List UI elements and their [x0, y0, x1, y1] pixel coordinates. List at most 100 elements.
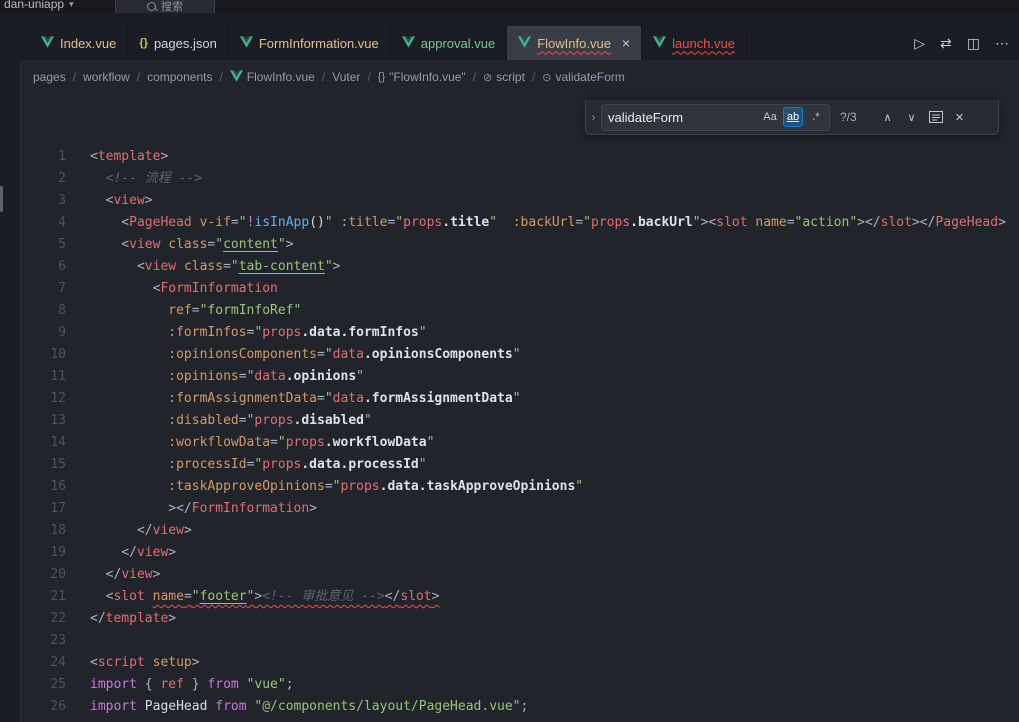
token: isInApp [254, 215, 309, 230]
title-bar-content: dan-uniapp ▾ 搜索 [0, 0, 1019, 13]
tab-launch.vue[interactable]: launch.vue [642, 26, 747, 60]
token: = [787, 215, 795, 230]
code-editor[interactable]: 1<template>2 <!-- 流程 -->3 <view>4 <PageH… [0, 94, 1019, 722]
token: from [207, 677, 238, 692]
error-squiggle: > [432, 589, 440, 604]
code-line: 11 :opinions="data.opinions" [0, 366, 1019, 388]
tab-pages.json[interactable]: {} pages.json [128, 26, 228, 60]
token: .opinionsComponents [364, 347, 513, 362]
token [145, 589, 153, 604]
token: :workflowData [168, 435, 270, 450]
token: " [489, 215, 497, 230]
script-icon: ⊘ [483, 71, 492, 84]
breadcrumb-separator: / [322, 70, 325, 84]
previous-match-button[interactable]: ∧ [877, 107, 898, 128]
token: data [333, 391, 364, 406]
token: props [591, 215, 630, 230]
token [333, 215, 341, 230]
token: import [90, 677, 137, 692]
split-editor-button[interactable]: ◫ [967, 36, 980, 50]
token: = [223, 259, 231, 274]
code-line: 25import { ref } from "vue"; [0, 674, 1019, 696]
token [239, 677, 247, 692]
token: = [317, 347, 325, 362]
run-button[interactable]: ▷ [914, 36, 925, 50]
token: :title [341, 215, 388, 230]
token: " [325, 347, 333, 362]
find-in-selection-button[interactable] [925, 107, 946, 128]
tab-label: pages.json [154, 36, 217, 51]
token: > [333, 259, 341, 274]
token: " [583, 215, 591, 230]
find-input-box: Aa ab .* [601, 104, 830, 131]
breadcrumb-item-2[interactable]: workflow [83, 70, 130, 84]
match-case-button[interactable]: Aa [760, 107, 780, 127]
code-line: 6 <view class="tab-content"> [0, 256, 1019, 278]
token: < [90, 215, 129, 230]
token: :formInfos [168, 325, 246, 340]
token: .disabled [294, 413, 364, 428]
close-find-button[interactable]: × [949, 107, 970, 128]
token: view [153, 523, 184, 538]
more-actions-button[interactable]: ⋯ [995, 36, 1009, 50]
token [90, 325, 168, 340]
code-text: :opinionsComponents="data.opinionsCompon… [66, 344, 521, 366]
token: :backUrl [513, 215, 576, 230]
token [90, 369, 168, 384]
token: " [325, 215, 333, 230]
token: " [395, 215, 403, 230]
breadcrumb-item-6[interactable]: {}"FlowInfo.vue" [378, 70, 466, 84]
breadcrumb-item-8[interactable]: ⊙validateForm [542, 70, 625, 84]
token: footer [200, 589, 247, 604]
breadcrumb-item-1[interactable]: pages [33, 70, 66, 84]
token: .data.processId [301, 457, 418, 472]
open-changes-button[interactable]: ⇄ [940, 36, 952, 50]
token: ></ [912, 215, 935, 230]
workspace-menu[interactable]: dan-uniapp ▾ [4, 0, 74, 11]
tab-approval.vue[interactable]: approval.vue [391, 26, 507, 60]
token: FormInformation [192, 501, 309, 516]
breadcrumb-item-5[interactable]: Vuter [332, 70, 360, 84]
tab-FlowInfo.vue[interactable]: FlowInfo.vue× [507, 26, 642, 60]
find-results-count: ?/3 [840, 110, 874, 124]
workspace-name: dan-uniapp [4, 0, 64, 11]
next-match-button[interactable]: ∨ [901, 107, 922, 128]
token: :opinions [168, 369, 238, 384]
command-center-search[interactable]: 搜索 [115, 0, 215, 13]
tab-Index.vue[interactable]: Index.vue [30, 26, 128, 60]
token: </ [90, 611, 106, 626]
token: :disabled [168, 413, 238, 428]
breadcrumb-label: Vuter [332, 70, 360, 84]
code-line: 16 :taskApproveOpinions="props.data.task… [0, 476, 1019, 498]
token: </ [90, 567, 121, 582]
breadcrumb-label: pages [33, 70, 66, 84]
code-text: :formAssignmentData="data.formAssignment… [66, 388, 521, 410]
token: slot [881, 215, 912, 230]
token: script [98, 655, 145, 670]
braces-icon: {} [378, 71, 385, 83]
tab-bar: Index.vue {} pages.json FormInformation.vue… [0, 13, 1019, 60]
braces-icon: {} [139, 37, 148, 49]
token: > [168, 545, 176, 560]
toggle-replace-button[interactable]: › [586, 100, 601, 134]
code-line: 23 [0, 630, 1019, 652]
regex-button[interactable]: .* [806, 107, 826, 127]
token: props [340, 479, 379, 494]
breadcrumb-item-4[interactable]: FlowInfo.vue [230, 70, 315, 85]
token: " [427, 435, 435, 450]
token: " [575, 479, 583, 494]
breadcrumb-item-3[interactable]: components [147, 70, 212, 84]
token: " [419, 457, 427, 472]
find-input[interactable] [608, 110, 757, 125]
token: < [90, 193, 113, 208]
token: " [215, 237, 223, 252]
error-squiggle: footer [200, 589, 247, 604]
code-line: 22</template> [0, 608, 1019, 630]
close-icon[interactable]: × [622, 36, 630, 50]
breadcrumb-item-7[interactable]: ⊘script [483, 70, 525, 84]
tab-FormInformation.vue[interactable]: FormInformation.vue [229, 26, 391, 60]
whole-word-button[interactable]: ab [783, 107, 803, 127]
token: :taskApproveOpinions [168, 479, 325, 494]
token: > [432, 589, 440, 604]
token: name [153, 589, 184, 604]
